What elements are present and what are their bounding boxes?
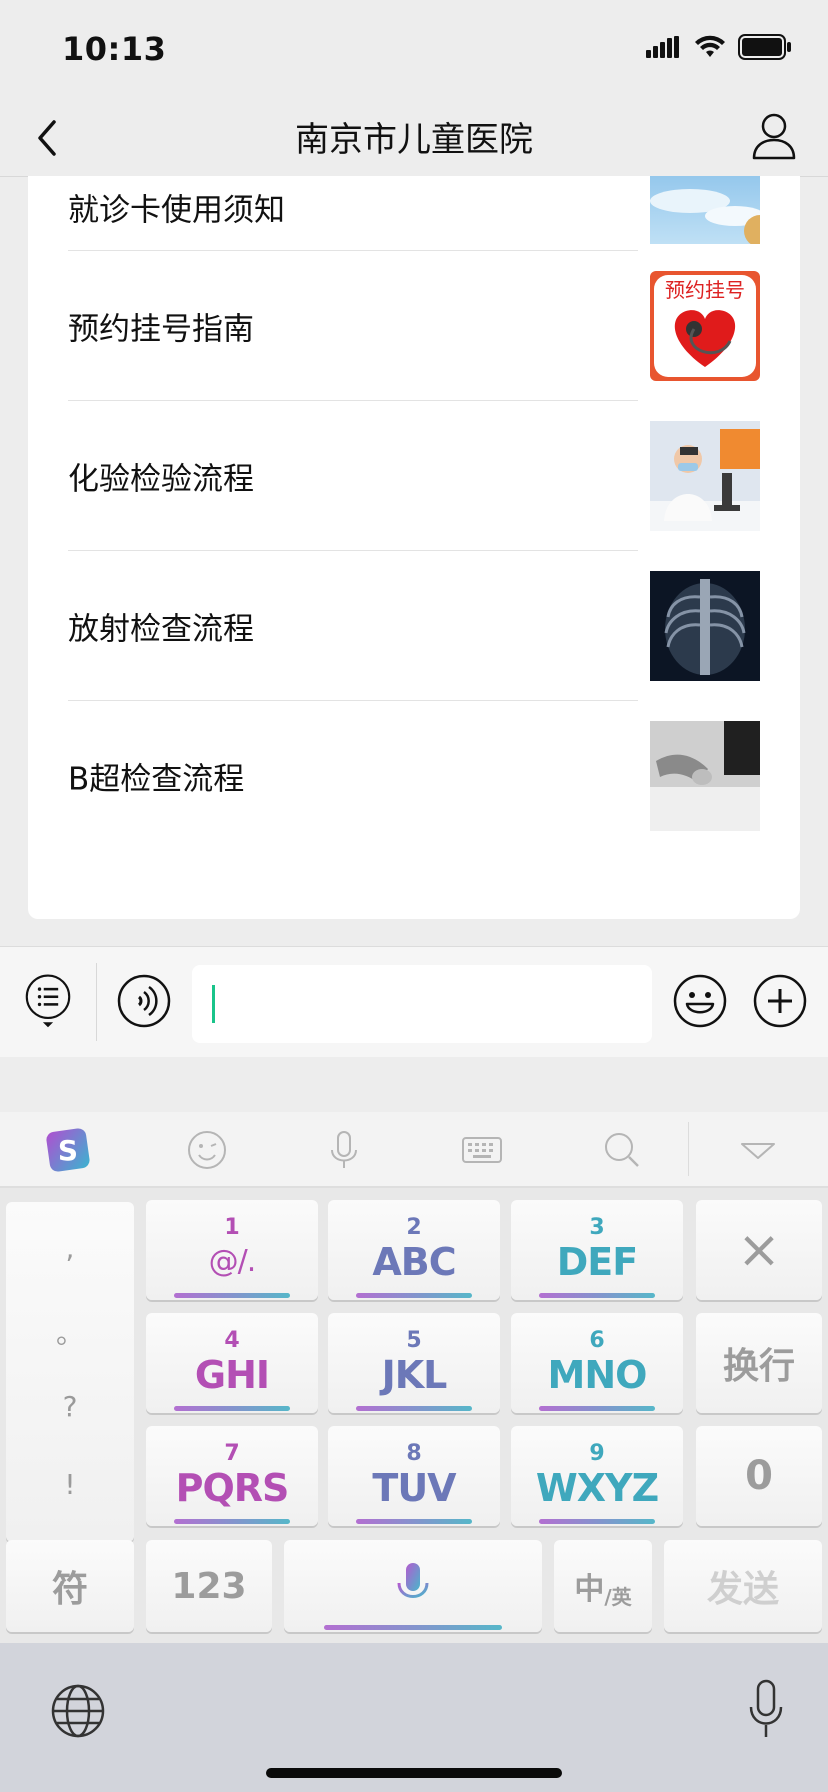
- keyboard-toolbar: S: [0, 1112, 828, 1188]
- article-thumbnail: [650, 571, 760, 681]
- numbers-key[interactable]: 123: [146, 1540, 272, 1632]
- article-title: B超检查流程: [68, 761, 245, 798]
- wifi-icon: [695, 35, 725, 57]
- article-title: 放射检查流程: [68, 611, 254, 648]
- list-item[interactable]: 预约挂号指南 预约挂号: [28, 251, 800, 401]
- message-input[interactable]: [192, 965, 652, 1043]
- newline-key[interactable]: 换行: [696, 1313, 822, 1413]
- emoticon-icon[interactable]: [185, 1128, 229, 1172]
- space-voice-key[interactable]: [284, 1540, 542, 1632]
- input-divider: [96, 963, 97, 1041]
- home-indicator[interactable]: [266, 1768, 562, 1778]
- battery-icon: [738, 34, 791, 60]
- nine-key-keyboard: , 。 ? ! 1 @/. 2 ABC 3 DEF × 4 GHI 5 JKL …: [0, 1188, 828, 1643]
- key-8[interactable]: 8 TUV: [328, 1426, 500, 1526]
- thumb-caption: 预约挂号: [665, 278, 745, 302]
- cellular-signal-icon: [646, 36, 679, 58]
- page-title: 南京市儿童医院: [295, 120, 533, 160]
- globe-icon[interactable]: [50, 1683, 106, 1739]
- microphone-icon[interactable]: [322, 1128, 366, 1172]
- system-keyboard-bar: [0, 1643, 828, 1792]
- article-thumbnail: [650, 721, 760, 831]
- menu-list-icon[interactable]: [20, 973, 76, 1029]
- status-icons: [646, 34, 792, 60]
- punct-exclaim[interactable]: !: [6, 1468, 134, 1501]
- voice-input-icon[interactable]: [116, 973, 172, 1029]
- text-caret: [212, 985, 215, 1023]
- toolbar-divider: [688, 1122, 689, 1176]
- punct-comma[interactable]: ,: [6, 1232, 134, 1265]
- key-4[interactable]: 4 GHI: [146, 1313, 318, 1413]
- status-bar: 10:13: [0, 0, 828, 100]
- language-switch-key[interactable]: 中 /英: [554, 1540, 652, 1632]
- list-item[interactable]: 化验检验流程: [28, 401, 800, 551]
- key-3[interactable]: 3 DEF: [511, 1200, 683, 1300]
- article-title: 化验检验流程: [68, 461, 254, 498]
- chat-input-bar: [0, 946, 828, 1057]
- delete-icon: ×: [737, 1220, 781, 1280]
- punct-period[interactable]: 。: [6, 1312, 134, 1352]
- key-2[interactable]: 2 ABC: [328, 1200, 500, 1300]
- key-9[interactable]: 9 WXYZ: [511, 1426, 683, 1526]
- keyboard-layout-icon[interactable]: [460, 1128, 504, 1172]
- delete-key[interactable]: ×: [696, 1200, 822, 1300]
- punctuation-column[interactable]: , 。 ? !: [6, 1202, 134, 1542]
- send-key[interactable]: 发送: [664, 1540, 822, 1632]
- list-item[interactable]: 就诊卡使用须知: [28, 176, 800, 251]
- list-item[interactable]: 放射检查流程: [28, 551, 800, 701]
- emoji-icon[interactable]: [672, 973, 728, 1029]
- symbol-key[interactable]: 符: [6, 1540, 134, 1632]
- add-plus-icon[interactable]: [752, 973, 808, 1029]
- user-profile-icon[interactable]: [750, 110, 798, 162]
- key-5[interactable]: 5 JKL: [328, 1313, 500, 1413]
- article-thumbnail: 预约挂号: [650, 271, 760, 381]
- article-title: 就诊卡使用须知: [68, 192, 285, 229]
- hide-keyboard-icon[interactable]: [736, 1128, 780, 1172]
- article-thumbnail: [650, 421, 760, 531]
- key-1[interactable]: 1 @/.: [146, 1200, 318, 1300]
- nav-bar: 南京市儿童医院: [0, 100, 828, 177]
- article-thumbnail: [650, 176, 760, 244]
- list-item[interactable]: B超检查流程: [28, 701, 800, 851]
- microphone-icon: [397, 1563, 429, 1608]
- key-6[interactable]: 6 MNO: [511, 1313, 683, 1413]
- status-time: 10:13: [62, 30, 167, 68]
- svg-text:S: S: [58, 1134, 78, 1167]
- sogou-logo-icon[interactable]: S: [46, 1128, 90, 1172]
- article-title: 预约挂号指南: [68, 311, 254, 348]
- key-7[interactable]: 7 PQRS: [146, 1426, 318, 1526]
- dictation-mic-icon[interactable]: [748, 1679, 784, 1741]
- search-icon[interactable]: [600, 1128, 644, 1172]
- punct-question[interactable]: ?: [6, 1390, 134, 1423]
- zero-key[interactable]: 0: [696, 1426, 822, 1526]
- article-list-card: 就诊卡使用须知 预约挂号指南 预约挂号 化验检验流程 放射检查流程 B超检查流程: [28, 176, 800, 919]
